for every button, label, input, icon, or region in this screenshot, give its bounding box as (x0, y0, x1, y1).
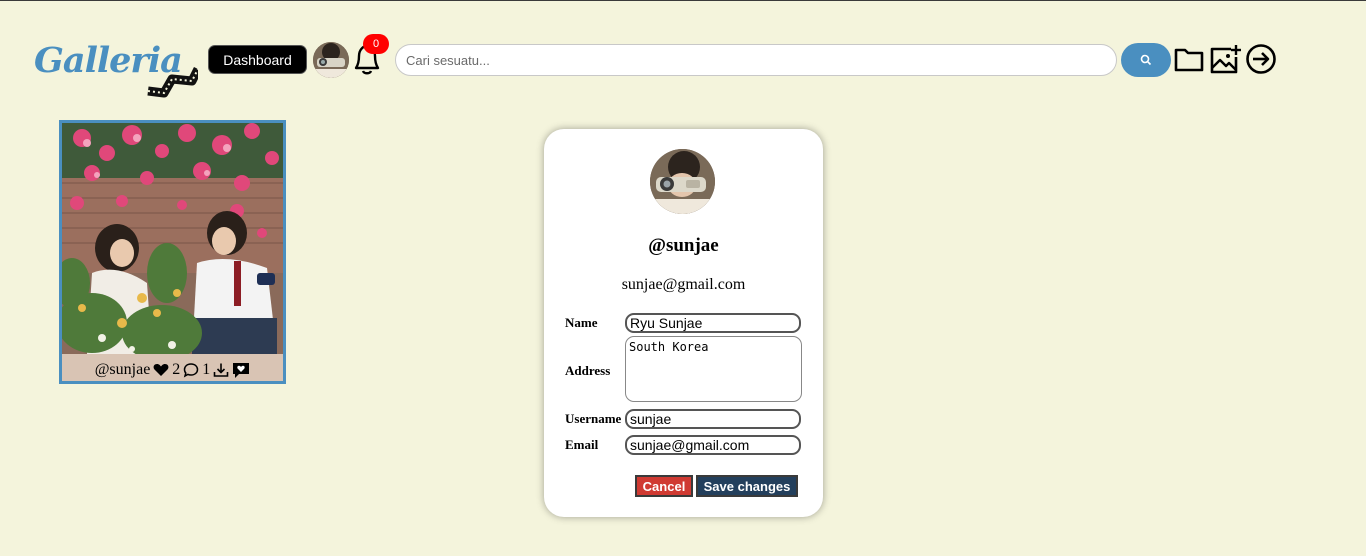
address-field[interactable]: South Korea (625, 336, 802, 402)
photo-card[interactable]: @sunjae 2 1 (59, 120, 286, 384)
avatar[interactable] (313, 42, 349, 78)
address-label: Address (565, 363, 611, 378)
edit-profile-panel: @sunjae sunjae@gmail.com Name Address So… (544, 129, 823, 517)
search-icon (1140, 54, 1152, 66)
photo-author[interactable]: @sunjae (95, 361, 151, 379)
save-changes-button[interactable]: Save changes (696, 475, 798, 497)
email-field[interactable] (625, 435, 801, 455)
username-field[interactable] (625, 409, 801, 429)
avatar-image (313, 42, 349, 78)
search-input[interactable] (395, 44, 1117, 76)
username-label: Username (565, 411, 622, 426)
photo-image[interactable] (62, 123, 283, 354)
search-button[interactable] (1121, 43, 1171, 77)
download-icon[interactable] (213, 362, 229, 378)
profile-avatar-image (650, 149, 715, 214)
cancel-button[interactable]: Cancel (635, 475, 693, 497)
dashboard-button[interactable]: Dashboard (208, 45, 307, 74)
name-field[interactable] (625, 313, 801, 333)
profile-username: @sunjae (648, 235, 719, 256)
comment-count: 1 (202, 361, 211, 378)
comment-icon[interactable] (183, 362, 199, 378)
heart-icon[interactable] (153, 363, 169, 377)
folder-icon[interactable] (1173, 43, 1205, 75)
email-label: Email (565, 437, 599, 452)
logo[interactable]: Galleria (34, 43, 198, 99)
report-icon[interactable] (232, 362, 250, 379)
film-strip-icon (147, 66, 198, 98)
like-count: 2 (172, 361, 181, 378)
logout-icon[interactable] (1245, 43, 1277, 75)
name-label: Name (565, 315, 598, 330)
add-image-icon[interactable] (1209, 43, 1241, 75)
photo-meta: @sunjae 2 1 (62, 356, 283, 384)
profile-avatar[interactable] (650, 149, 715, 214)
notification-badge: 0 (363, 34, 389, 54)
profile-email: sunjae@gmail.com (621, 276, 746, 293)
